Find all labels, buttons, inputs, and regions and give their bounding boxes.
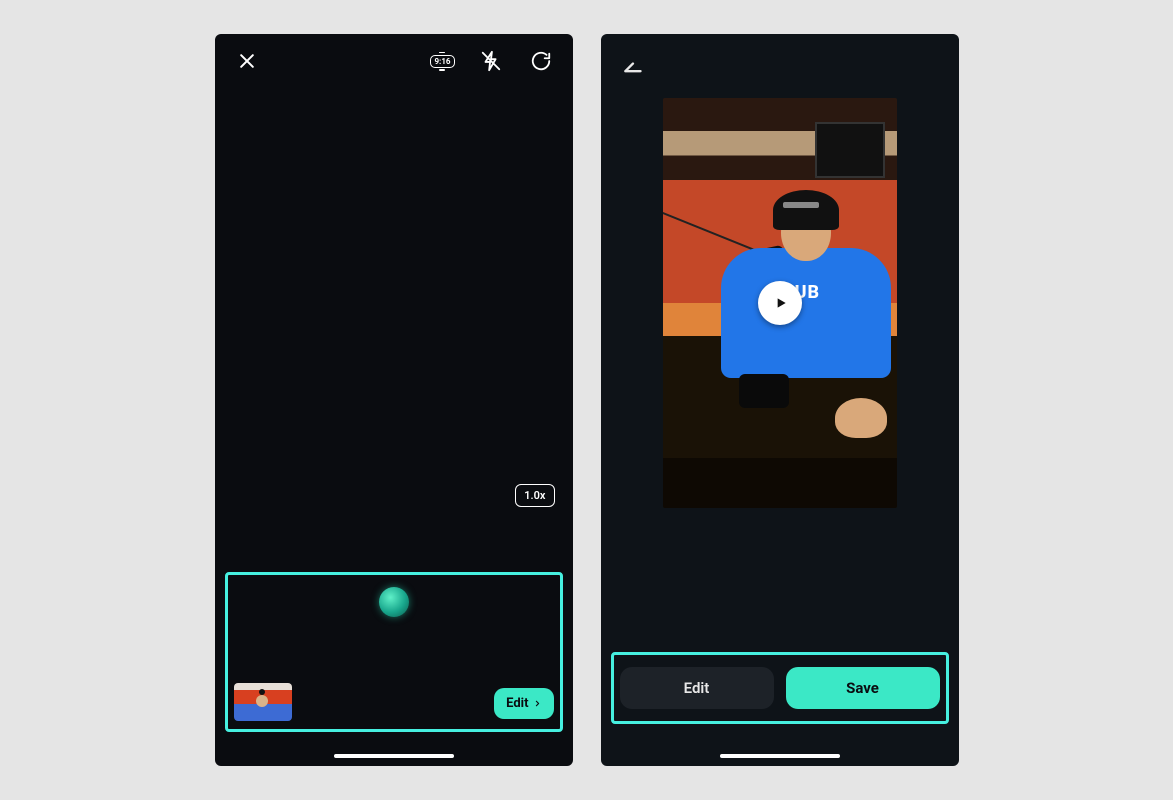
- aspect-ratio-button[interactable]: 9:16: [430, 55, 454, 68]
- shutter-button[interactable]: [379, 587, 409, 617]
- edit-button-label: Edit: [506, 696, 528, 711]
- camera-screen: 9:16 1.0x Edit: [215, 34, 573, 766]
- flash-off-icon[interactable]: [477, 47, 505, 75]
- save-button-label: Save: [846, 679, 879, 697]
- preview-caption-strip: [663, 458, 897, 508]
- home-indicator: [334, 754, 454, 758]
- edit-button-label: Edit: [684, 679, 710, 697]
- gallery-thumbnail[interactable]: [234, 683, 292, 721]
- edit-button[interactable]: Edit: [494, 688, 553, 719]
- action-buttons-highlight: Edit Save: [611, 652, 949, 724]
- desk-camera: [739, 374, 789, 408]
- chevron-right-icon: [533, 699, 542, 708]
- play-icon: [773, 295, 789, 311]
- edit-button[interactable]: Edit: [620, 667, 774, 709]
- flip-camera-icon[interactable]: [527, 47, 555, 75]
- preview-screen: Edit Save: [601, 34, 959, 766]
- close-icon[interactable]: [233, 47, 261, 75]
- person-beanie: [773, 190, 839, 230]
- person-hand: [835, 398, 887, 438]
- home-indicator: [720, 754, 840, 758]
- person-torso: [721, 248, 891, 378]
- play-button[interactable]: [758, 281, 802, 325]
- save-button[interactable]: Save: [786, 667, 940, 709]
- capture-controls-highlight: Edit: [225, 572, 563, 732]
- zoom-level-button[interactable]: 1.0x: [515, 484, 554, 507]
- camera-topbar-actions: 9:16: [430, 47, 554, 75]
- back-icon[interactable]: [619, 54, 649, 84]
- camera-topbar: 9:16: [215, 34, 573, 88]
- wall-poster: [815, 122, 885, 178]
- video-preview[interactable]: [663, 98, 897, 508]
- tutorial-two-screens: 9:16 1.0x Edit: [0, 0, 1173, 800]
